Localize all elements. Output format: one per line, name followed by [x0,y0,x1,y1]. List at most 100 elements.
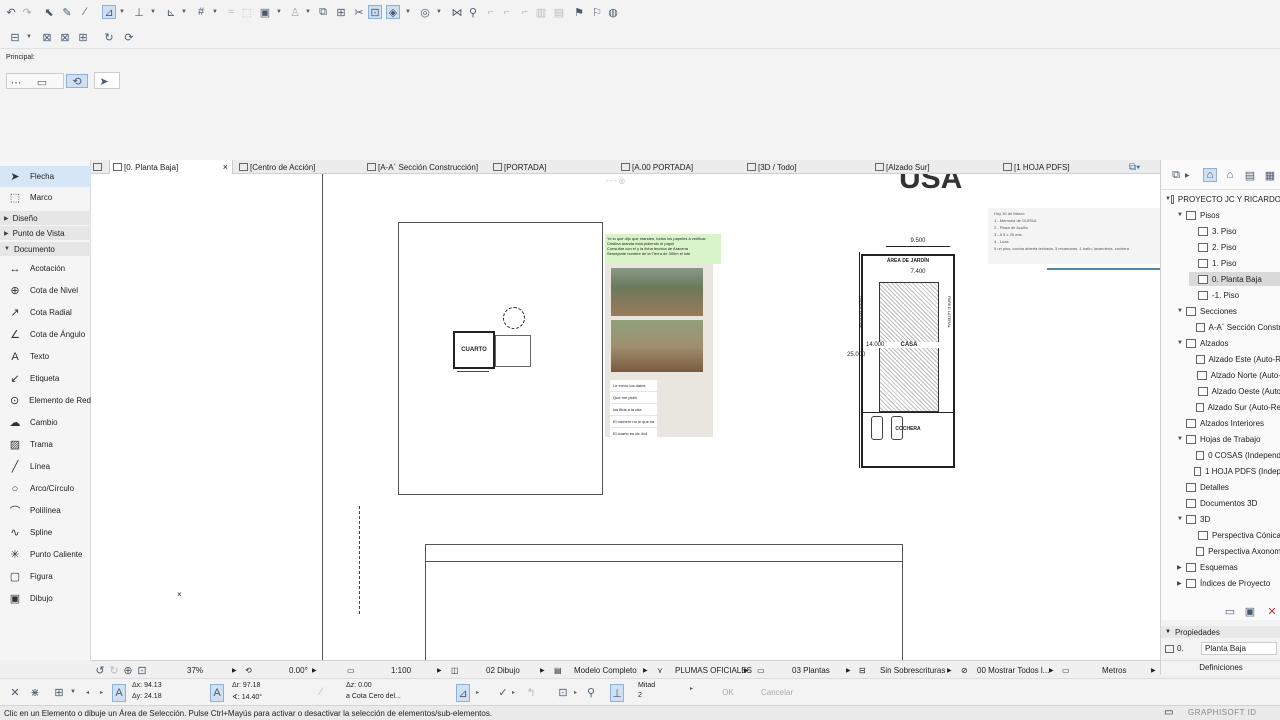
dimension-tool-icon[interactable]: ⊞ [334,5,348,19]
snap-division[interactable]: 2 [638,692,642,699]
tabs-overflow-button[interactable]: ⧉▾ [1129,160,1140,174]
layout-book-icon[interactable]: ▤ [1243,168,1257,182]
site-plan[interactable]: ÁREA DE JARDÍN CASA COCHERA PARED LATERA… [859,254,955,468]
tool-marquee[interactable]: ⬚ Marco [0,187,91,208]
tool-fill[interactable]: ▨ Trama [0,434,91,455]
graphic-overrides[interactable]: Sin Sobrescrituras [880,661,945,679]
navigator-item[interactable]: ▼ Pisos [1177,208,1280,222]
fillet-icon[interactable]: ⌐ [518,5,532,19]
guide-lines-icon[interactable]: ⊿ [102,5,116,19]
teamwork-icon[interactable]: ◍ [606,5,620,19]
navigator-item[interactable]: ▼ Hojas de Trabajo [1177,432,1280,446]
split-icon[interactable]: ⋈ [450,5,464,19]
vertical-guide[interactable] [359,506,360,614]
coordinates-lock-icon[interactable]: A [112,684,126,702]
layer-combination[interactable]: 02 Dibujo [486,661,520,679]
room-annex[interactable] [495,335,531,367]
navigator-item[interactable]: -1. Piso [1189,288,1280,302]
tool-radial-dimension[interactable]: ↗ Cota Radial [0,302,91,323]
new-view-icon[interactable]: ▭ [1223,604,1237,618]
view-settings-icon[interactable]: ⊞ [76,30,90,44]
tab-a00-portada[interactable]: [A.00 PORTADA] [621,160,693,174]
tool-arc[interactable]: ○ Arco/Círculo [0,478,91,499]
navigator-item[interactable]: Alzado Sur (Auto-Re [1189,400,1280,414]
tab-alzado-sur[interactable]: [Alzado Sur] [875,160,930,174]
lock-icon[interactable]: ♙ [288,5,302,19]
tool-drawing[interactable]: ▣ Dibujo [0,588,91,609]
toolbox-group-viewpoint[interactable]: ▶ Punto de Vista [0,226,91,240]
group-icon[interactable]: ⧉ [316,5,330,19]
undo-icon[interactable]: ↶ [4,5,18,19]
expand-toggle-icon[interactable]: ▼ [1177,340,1186,346]
zoom-in-icon[interactable]: ⊕ [121,663,135,677]
regenerate-icon[interactable]: ⟳ [122,30,136,44]
tool-label[interactable]: ↙ Etiqueta [0,368,91,389]
tab-list-button[interactable] [93,160,104,174]
expand-toggle-icon[interactable]: ▶ [1177,580,1186,587]
units[interactable]: Metros [1102,661,1126,679]
tool-level-dimension[interactable]: ⊕ Cota de Nivel [0,280,91,301]
perpendicular-icon[interactable]: ↰ [524,685,538,699]
explode-icon[interactable]: ▤ [552,5,566,19]
renovation-filter[interactable]: 00 Mostrar Todos l... [977,661,1049,679]
snap-guides-icon[interactable]: ⊥ [132,5,146,19]
delete-icon[interactable]: ✕ [1265,604,1279,618]
expand-toggle-icon[interactable]: ▼ [1177,308,1186,314]
zoom-level[interactable]: 37% [187,661,203,679]
trace-reference-icon[interactable]: ◈ [386,5,400,19]
trace-icon[interactable]: ⊡ [368,5,382,19]
publish-icon[interactable]: ⊠ [58,30,72,44]
delta-z[interactable]: Δz: 0.00 [346,682,372,689]
toolbox-group-document[interactable]: ▼ Documento [0,242,91,256]
tab-centro-accion[interactable]: [Centro de Acción] [239,160,315,174]
ok-button[interactable]: OK [706,684,750,700]
delta-angle[interactable]: ∢: 14.40° [232,693,262,701]
gravity-icon[interactable]: ≈ [224,5,238,19]
navigator-item[interactable]: ▼ PROYECTO JC Y RICARDO [1165,192,1280,206]
special-snap-icon[interactable]: ⊥ [610,684,624,702]
navigator-item[interactable]: Alzados Interiores [1177,416,1280,430]
lower-sheet[interactable] [425,544,903,660]
pick-up-icon[interactable]: ⬉ [42,5,56,19]
tree-symbol[interactable] [503,307,525,329]
publisher-icon[interactable]: ▦ [1263,168,1277,182]
expand-toggle-icon[interactable]: ▶ [1177,564,1186,571]
navigator-item[interactable]: Alzado Este (Auto-R [1189,352,1280,366]
tab-planta-baja[interactable]: [0. Planta Baja] × [109,160,233,174]
navigator-item[interactable]: 2. Piso [1189,240,1280,254]
window-icon[interactable]: ▭ [1164,707,1173,718]
notes-image[interactable]: Hoy 30 de Marzo 1 - Memoria de GURSA 2 -… [988,208,1160,264]
view-map-icon[interactable]: ⌂ [1223,168,1237,182]
magic-wand-icon[interactable]: ⚲ [466,5,480,19]
chat-screenshot[interactable]: Yo lo que dijo que mandes, todos los pap… [605,234,721,439]
tool-spline[interactable]: ∿ Spline [0,522,91,543]
layout-icon[interactable]: ⊟ [8,30,22,44]
tab-3d[interactable]: [3D / Todo] [747,160,797,174]
layers-icon[interactable]: ▣ [258,5,272,19]
expand-toggle-icon[interactable]: ▼ [1177,436,1186,442]
pointer-mode[interactable]: ➤ [94,72,120,89]
model-view-option[interactable]: Modelo Completo [574,661,637,679]
relative-construction-icon[interactable]: ⊿ [456,684,470,702]
tool-angle-dimension[interactable]: ∠ Cota de Ángulo [0,324,91,345]
zoom-fit-icon[interactable]: ⊡ [135,663,149,677]
tool-text[interactable]: A Texto [0,346,91,367]
tool-figure[interactable]: ▢ Figura [0,566,91,587]
navigator-item[interactable]: Perspectiva Cónica [1189,528,1280,542]
offset-icon[interactable]: ⌐ [484,5,498,19]
plan-type[interactable]: 03 Plantas [792,661,830,679]
scale-value[interactable]: 1:100 [391,661,411,679]
snap-mode[interactable]: Mitad [638,682,655,689]
rectangle-selection-icon[interactable]: ▭ [35,75,49,89]
intersect-icon[interactable]: ▥ [534,5,548,19]
rotated-selection-icon[interactable]: ⟲ [66,74,88,88]
navigator-item[interactable]: ▼ Secciones [1177,304,1280,318]
properties-name-field[interactable]: Planta Baja [1201,642,1277,655]
project-map-icon[interactable]: ⌂ [1203,168,1217,182]
tool-dimension[interactable]: ↔ Acotación [0,258,91,279]
navigator-item[interactable]: ▼ Alzados [1177,336,1280,350]
navigator-item[interactable]: Detalles [1177,480,1280,494]
flag-icon[interactable]: ⚑ [572,5,586,19]
parallel-icon[interactable]: ✓ [496,685,510,699]
tab-seccion[interactable]: [A-A´ Sección Construcción] [367,160,478,174]
